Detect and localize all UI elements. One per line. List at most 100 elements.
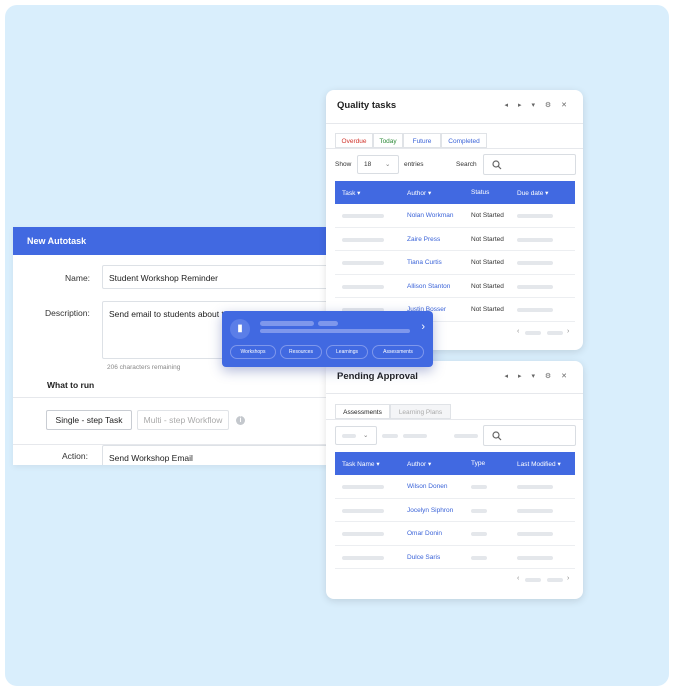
card-divider	[326, 123, 583, 124]
chip-workshops[interactable]: Workshops	[230, 345, 276, 359]
quality-tasks-title: Quality tasks	[337, 100, 397, 111]
card-divider	[326, 393, 583, 394]
table-row[interactable]: Nolan Workman Not Started	[335, 204, 575, 228]
pager-placeholder	[525, 578, 541, 582]
status-text: Not Started	[471, 235, 504, 243]
pager-placeholder	[547, 578, 563, 582]
popup-title-placeholder	[260, 321, 314, 326]
pager-placeholder	[525, 331, 541, 335]
name-field[interactable]: Student Workshop Reminder	[102, 265, 343, 289]
bookmark-icon: ▮	[230, 319, 250, 339]
task-placeholder	[342, 261, 384, 265]
pager-placeholder	[547, 331, 563, 335]
pager-prev-icon[interactable]: ‹	[517, 328, 519, 335]
date-placeholder	[517, 508, 553, 513]
search-icon	[492, 431, 502, 441]
tab-completed[interactable]: Completed	[441, 133, 487, 148]
card-toolbar-icons[interactable]: ◂ ▸ ▾ ⚙ ✕	[505, 101, 571, 109]
type-placeholder	[471, 508, 487, 513]
action-label: Action:	[62, 451, 88, 461]
table-row[interactable]: Omar Donin	[335, 522, 575, 546]
task-placeholder	[342, 485, 384, 489]
date-placeholder	[517, 308, 553, 312]
pager-next-icon[interactable]: ›	[567, 328, 569, 335]
popup-title-placeholder	[318, 321, 338, 326]
column-header-task-name[interactable]: Task Name ▾	[342, 460, 380, 468]
date-placeholder	[517, 237, 553, 242]
status-text: Not Started	[471, 282, 504, 290]
search-input[interactable]	[483, 425, 576, 446]
chip-learnings[interactable]: Learnings	[326, 345, 368, 359]
search-icon	[492, 160, 502, 170]
author-link[interactable]: Allison Stanton	[407, 283, 450, 290]
column-header-author[interactable]: Author ▾	[407, 189, 431, 197]
quality-table-header: Task ▾ Author ▾ Status Due date ▾	[335, 181, 575, 204]
status-text: Not Started	[471, 212, 504, 219]
description-label: Description:	[45, 308, 90, 318]
card-toolbar-icons[interactable]: ◂ ▸ ▾ ⚙ ✕	[505, 372, 571, 380]
table-row[interactable]: Tiana Curtis Not Started	[335, 251, 575, 275]
type-placeholder	[471, 555, 487, 560]
tab-learning-plans[interactable]: Learning Plans	[390, 404, 451, 419]
entries-select-value: 18	[364, 161, 372, 168]
task-placeholder	[342, 508, 384, 513]
action-select[interactable]: Send Workshop Email	[102, 445, 343, 465]
table-row[interactable]: Zaire Press Not Started	[335, 228, 575, 251]
tabs-underline	[326, 148, 583, 149]
multi-step-workflow-button[interactable]: Multi - step Workflow	[137, 410, 229, 430]
tab-today[interactable]: Today	[373, 133, 403, 148]
chip-label: Resources	[289, 349, 313, 355]
author-link[interactable]: Tiana Curtis	[407, 259, 442, 266]
task-placeholder	[342, 214, 384, 218]
tab-assessments[interactable]: Assessments	[335, 404, 390, 419]
learning-popup[interactable]: ▮ › Workshops Resources Learnings Assess…	[222, 311, 433, 367]
status-text: Not Started	[471, 259, 504, 266]
column-header-status[interactable]: Status	[471, 189, 489, 196]
date-placeholder	[517, 214, 553, 218]
section-divider	[13, 397, 343, 398]
tabs-underline	[326, 419, 583, 420]
author-link[interactable]: Zaire Press	[407, 236, 440, 243]
column-header-due-date[interactable]: Due date ▾	[517, 189, 548, 197]
column-header-author[interactable]: Author ▾	[407, 460, 431, 468]
chevron-down-icon: ⌄	[363, 432, 369, 439]
label-placeholder	[454, 434, 478, 438]
pending-approval-title: Pending Approval	[337, 371, 418, 382]
column-header-last-modified[interactable]: Last Modified ▾	[517, 460, 561, 468]
type-placeholder	[471, 532, 487, 536]
task-placeholder	[342, 555, 384, 560]
chip-resources[interactable]: Resources	[280, 345, 322, 359]
chevron-right-icon[interactable]: ›	[421, 321, 425, 333]
date-placeholder	[517, 532, 553, 536]
chip-label: Learnings	[336, 349, 358, 355]
search-label: Search	[456, 161, 477, 168]
filter-placeholder	[342, 434, 356, 438]
type-placeholder	[471, 485, 487, 489]
pager-next-icon[interactable]: ›	[567, 575, 569, 582]
author-link[interactable]: Nolan Workman	[407, 212, 453, 219]
table-row[interactable]: Allison Stanton Not Started	[335, 275, 575, 298]
table-row[interactable]: Jocelyn Siphron	[335, 499, 575, 522]
entries-select[interactable]: 18 ⌄	[357, 155, 399, 174]
chip-assessments[interactable]: Assessments	[372, 345, 424, 359]
task-placeholder	[342, 284, 384, 289]
single-step-task-button[interactable]: Single - step Task	[46, 410, 132, 430]
column-header-type[interactable]: Type	[471, 460, 485, 467]
label-placeholder	[403, 434, 427, 438]
column-header-task[interactable]: Task ▾	[342, 189, 360, 197]
pending-table-header: Task Name ▾ Author ▾ Type Last Modified …	[335, 452, 575, 475]
tab-overdue[interactable]: Overdue	[335, 133, 373, 148]
date-placeholder	[517, 261, 553, 265]
pager-prev-icon[interactable]: ‹	[517, 575, 519, 582]
author-link[interactable]: Jocelyn Siphron	[407, 507, 453, 514]
author-link[interactable]: Dulce Saris	[407, 554, 440, 561]
author-link[interactable]: Wilson Donen	[407, 483, 447, 490]
search-input[interactable]	[483, 154, 576, 175]
chevron-down-icon: ⌄	[385, 161, 391, 168]
table-row[interactable]: Wilson Donen	[335, 475, 575, 499]
info-icon[interactable]: i	[236, 416, 245, 425]
filter-select[interactable]: ⌄	[335, 426, 377, 445]
table-row[interactable]: Dulce Saris	[335, 546, 575, 569]
author-link[interactable]: Omar Donin	[407, 530, 442, 537]
tab-future[interactable]: Future	[403, 133, 441, 148]
